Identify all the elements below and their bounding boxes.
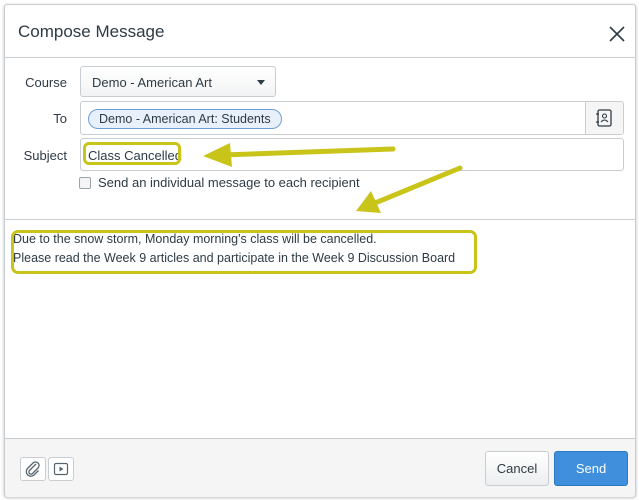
dialog-title: Compose Message [18,22,165,41]
address-book-icon [596,109,612,127]
dialog-footer: Cancel Send [5,438,635,497]
recipient-token[interactable]: Demo - American Art: Students [88,109,282,129]
subject-label: Subject [23,148,67,163]
course-label: Course [25,75,67,90]
close-icon[interactable] [605,22,629,46]
message-highlight [11,230,477,274]
send-button[interactable]: Send [554,451,628,486]
course-select-value: Demo - American Art [92,75,212,90]
subject-input[interactable]: Class Cancelled [80,138,624,171]
media-icon [53,462,69,476]
to-field[interactable]: Demo - American Art: Students [80,101,624,135]
message-body[interactable]: Due to the snow storm, Monday morning's … [5,220,635,438]
course-select[interactable]: Demo - American Art [80,66,276,97]
media-button[interactable] [48,457,74,481]
individual-message-checkbox[interactable] [79,177,91,189]
address-book-button[interactable] [585,102,623,134]
compose-dialog: Compose Message Course Demo - American A… [4,4,636,497]
attach-button[interactable] [20,457,46,481]
individual-message-label: Send an individual message to each recip… [98,175,360,190]
dialog-header: Compose Message [5,5,635,58]
cancel-button[interactable]: Cancel [485,451,549,486]
to-label: To [53,111,67,126]
attachment-icon [25,461,40,477]
chevron-down-icon [257,80,265,85]
subject-highlight [83,142,181,165]
